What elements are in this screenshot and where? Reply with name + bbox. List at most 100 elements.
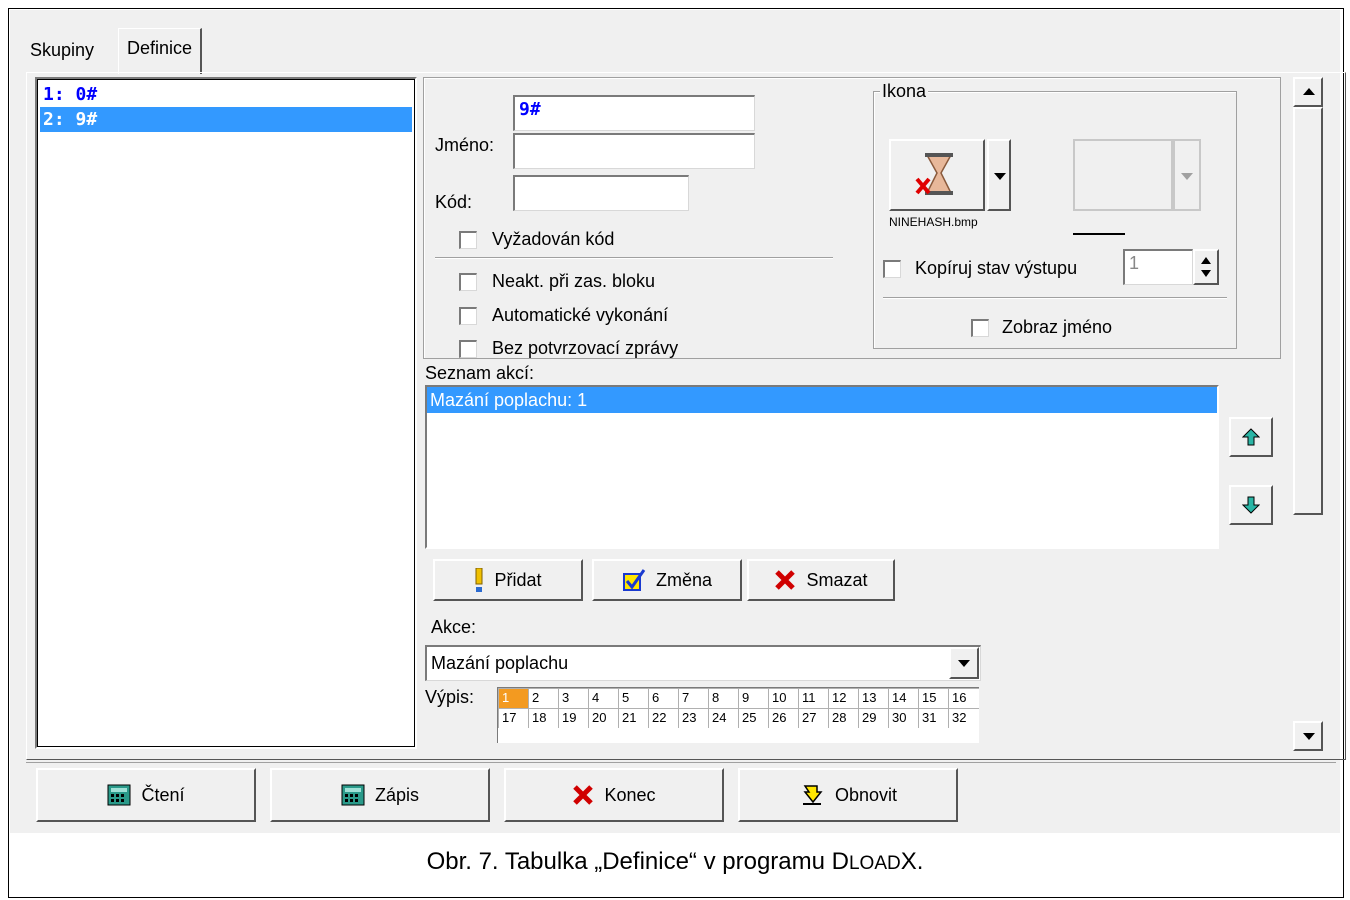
- output-cell[interactable]: 13: [858, 688, 889, 708]
- output-cell[interactable]: 10: [768, 688, 799, 708]
- code-required-label: Vyžadován kód: [492, 229, 615, 249]
- refresh-button[interactable]: Obnovit: [738, 768, 958, 822]
- output-cell[interactable]: 8: [708, 688, 739, 708]
- output-cell[interactable]: 20: [588, 708, 619, 728]
- output-cell[interactable]: 27: [798, 708, 829, 728]
- output-cell[interactable]: 18: [528, 708, 559, 728]
- tab-definice[interactable]: Definice: [118, 28, 203, 74]
- hourglass-icon: [915, 153, 953, 195]
- delete-action-button[interactable]: Smazat: [747, 559, 895, 601]
- copy-output-checkbox[interactable]: [883, 260, 901, 278]
- output-cell[interactable]: 19: [558, 708, 589, 728]
- add-action-label: Přidat: [494, 569, 542, 590]
- action-type-label: Akce:: [431, 617, 477, 637]
- icon-filename: NINEHASH.bmp: [889, 215, 978, 229]
- icon-group-title: Ikona: [880, 81, 929, 102]
- output-cell[interactable]: 16: [948, 688, 979, 708]
- action-type-value[interactable]: Mazání poplachu: [425, 645, 981, 681]
- scroll-thumb[interactable]: [1293, 107, 1323, 515]
- red-x-icon: [775, 570, 796, 590]
- output-cell[interactable]: 14: [888, 688, 919, 708]
- output-cell[interactable]: 22: [648, 708, 679, 728]
- show-name-label: Zobraz jméno: [1002, 317, 1113, 337]
- copy-output-label: Kopíruj stav výstupu: [915, 258, 1078, 278]
- icon-group-separator: [883, 297, 1227, 299]
- output-cell[interactable]: 31: [918, 708, 949, 728]
- action-type-dropdown-button[interactable]: [949, 647, 979, 679]
- outputs-grid[interactable]: 1 2 3 4 5 6 7 8 9 10 11 12 13 14 15 16 17 18 19 20 21 22 23 24 2…: [497, 687, 979, 743]
- output-cell[interactable]: 29: [858, 708, 889, 728]
- inactive-block-checkbox[interactable]: [459, 273, 477, 291]
- write-button[interactable]: Zápis: [270, 768, 490, 822]
- output-cell[interactable]: 15: [918, 688, 949, 708]
- caption-program-d: D: [831, 848, 849, 875]
- copy-output-spinner[interactable]: 1: [1123, 249, 1219, 285]
- tab-skupiny[interactable]: Skupiny: [22, 34, 102, 72]
- move-up-button[interactable]: [1229, 417, 1273, 457]
- copy-output-value[interactable]: 1: [1123, 249, 1193, 285]
- close-button-label: Konec: [604, 784, 656, 805]
- scroll-down-button[interactable]: [1293, 721, 1323, 751]
- calculator-icon: [341, 784, 365, 806]
- red-x-icon: [573, 785, 594, 805]
- output-cell[interactable]: 28: [828, 708, 859, 728]
- no-confirm-label: Bez potvrzovací zprávy: [492, 338, 679, 358]
- icon-picker[interactable]: [889, 139, 1011, 211]
- move-down-button[interactable]: [1229, 485, 1273, 525]
- output-cell[interactable]: 26: [768, 708, 799, 728]
- auto-exec-checkbox[interactable]: [459, 307, 477, 325]
- close-button[interactable]: Konec: [504, 768, 724, 822]
- icon-dropdown-button[interactable]: [987, 139, 1011, 211]
- output-cell[interactable]: 6: [648, 688, 679, 708]
- exclamation-icon: [475, 568, 483, 592]
- change-action-button[interactable]: Změna: [592, 559, 742, 601]
- macro-list[interactable]: 1: 0# 2: 9#: [35, 77, 417, 749]
- code-required-checkbox[interactable]: [459, 231, 477, 249]
- output-cell[interactable]: 3: [558, 688, 589, 708]
- name-input-line2[interactable]: [513, 133, 755, 169]
- actions-list[interactable]: Mazání poplachu: 1: [425, 385, 1219, 549]
- output-cell[interactable]: 32: [948, 708, 979, 728]
- code-input[interactable]: [513, 175, 689, 211]
- output-cell[interactable]: 1: [498, 688, 529, 708]
- caption-program-load: LOAD: [848, 853, 901, 874]
- output-cell[interactable]: 25: [738, 708, 769, 728]
- vertical-scrollbar[interactable]: [1293, 77, 1325, 751]
- name-label: Jméno:: [435, 135, 495, 155]
- name-input-line1[interactable]: 9#: [513, 95, 755, 131]
- output-cell[interactable]: 5: [618, 688, 649, 708]
- code-label: Kód:: [435, 192, 473, 212]
- output-cell[interactable]: 12: [828, 688, 859, 708]
- output-cell[interactable]: 9: [738, 688, 769, 708]
- icon-preview[interactable]: [889, 139, 985, 211]
- output-cell[interactable]: 30: [888, 708, 919, 728]
- output-cell[interactable]: 7: [678, 688, 709, 708]
- list-item-selected[interactable]: 2: 9#: [40, 107, 412, 132]
- action-type-select[interactable]: Mazání poplachu: [425, 645, 981, 681]
- caption-suffix: .: [916, 848, 924, 875]
- show-name-checkbox[interactable]: [971, 319, 989, 337]
- output-cell[interactable]: 2: [528, 688, 559, 708]
- caption-program-x: X: [900, 848, 917, 875]
- output-cell[interactable]: 4: [588, 688, 619, 708]
- inactive-block-label: Neakt. při zas. bloku: [492, 271, 656, 291]
- checkmark-box-icon: [622, 569, 646, 591]
- scroll-down-icon: [1303, 733, 1315, 740]
- add-action-button[interactable]: Přidat: [433, 559, 583, 601]
- outputs-label: Výpis:: [425, 687, 475, 707]
- output-cell[interactable]: 17: [498, 708, 529, 728]
- output-cell[interactable]: 21: [618, 708, 649, 728]
- output-cell[interactable]: 11: [798, 688, 829, 708]
- no-confirm-checkbox[interactable]: [459, 340, 477, 358]
- spin-buttons[interactable]: [1193, 249, 1219, 285]
- scroll-up-button[interactable]: [1293, 77, 1323, 107]
- actions-label: Seznam akcí:: [425, 363, 535, 383]
- delete-action-label: Smazat: [806, 569, 868, 590]
- calculator-icon: [107, 784, 131, 806]
- output-cell[interactable]: 23: [678, 708, 709, 728]
- output-cell[interactable]: 24: [708, 708, 739, 728]
- application-window: Skupiny Definice 1: 0# 2: 9# Jméno: 9# K…: [10, 10, 1346, 833]
- read-button[interactable]: Čtení: [36, 768, 256, 822]
- list-item[interactable]: 1: 0#: [40, 82, 412, 107]
- action-list-item-selected[interactable]: Mazání poplachu: 1: [427, 387, 1217, 413]
